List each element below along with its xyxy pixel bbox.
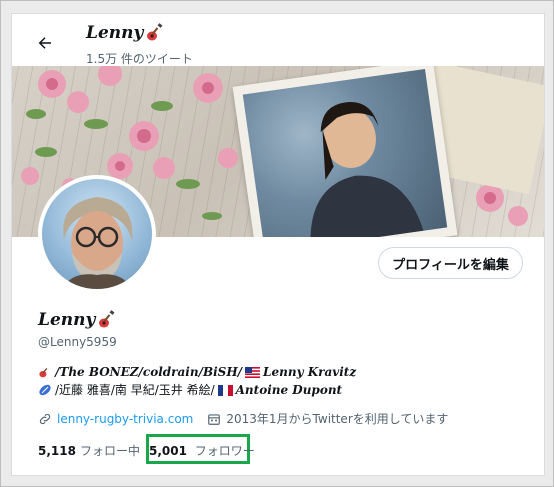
back-button[interactable] (34, 32, 56, 54)
guitar-icon (39, 368, 48, 378)
header-title: Lenny (86, 23, 165, 43)
us-flag-icon (245, 366, 261, 378)
france-flag-icon (217, 384, 233, 396)
followers-count: 5,001 (149, 444, 187, 458)
followers-label: フォロワー (194, 444, 255, 458)
guitar-icon (99, 310, 115, 328)
joined-date: 2013年1月からTwitterを利用しています (207, 410, 448, 427)
following-label: フォロー中 (79, 444, 140, 458)
following-count: 5,118 (38, 443, 76, 458)
person-silhouette (310, 102, 424, 237)
banner-photo (232, 66, 458, 237)
profile-avatar[interactable] (38, 175, 156, 293)
user-handle: @Lenny5959 (38, 335, 117, 349)
banner-photo-image (242, 68, 448, 237)
tweet-count: 1.5万 件のツイート (86, 52, 193, 66)
following-link[interactable]: 5,118 フォロー中 (38, 442, 140, 459)
bio-line-2: /近藤 雅喜/南 早紀/玉井 希絵/ Antoine Dupont (38, 381, 356, 399)
screenshot-frame: Lenny 1.5万 件のツイート プロフィールを編集 Lenny @Lenny… (0, 0, 554, 487)
avatar-image (62, 197, 133, 289)
profile-meta: lenny-rugby-trivia.com 2013年1月からTwitterを… (38, 410, 448, 427)
rugby-ball-icon (39, 384, 51, 396)
profile-bio: /The BONEZ/coldrain/BiSH/ Lenny Kravitz … (38, 363, 356, 399)
followers-link[interactable]: 5,001 フォロワー (149, 442, 255, 459)
profile-card: Lenny 1.5万 件のツイート プロフィールを編集 Lenny @Lenny… (11, 13, 545, 476)
display-name-text: Lenny (38, 310, 96, 330)
bio-line-2-tail: Antoine Dupont (235, 383, 343, 397)
bio-line-1-tail: Lenny Kravitz (263, 365, 357, 379)
joined-date-text: 2013年1月からTwitterを利用しています (226, 412, 449, 426)
link-icon (39, 413, 51, 424)
bio-line-1-text: /The BONEZ/coldrain/BiSH/ (55, 365, 243, 379)
guitar-icon (147, 23, 163, 41)
profile-website-link[interactable]: lenny-rugby-trivia.com (57, 412, 193, 426)
bio-line-2-text: /近藤 雅喜/南 早紀/玉井 希絵/ (55, 383, 215, 397)
calendar-icon (208, 413, 221, 425)
arrow-left-icon (38, 37, 51, 49)
edit-profile-button[interactable]: プロフィールを編集 (378, 247, 523, 279)
display-name: Lenny (38, 310, 117, 330)
bio-line-1: /The BONEZ/coldrain/BiSH/ Lenny Kravitz (38, 363, 356, 381)
header-title-text: Lenny (86, 23, 144, 43)
